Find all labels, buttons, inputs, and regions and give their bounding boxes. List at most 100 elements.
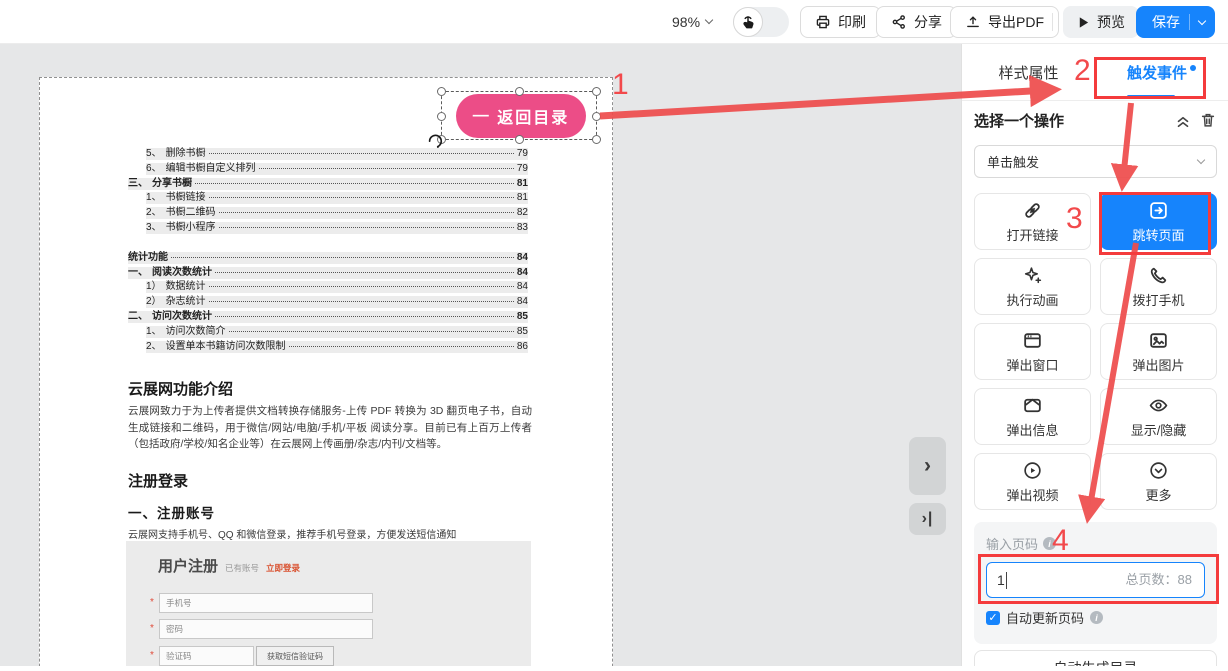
info-icon[interactable]: i bbox=[1043, 537, 1056, 550]
action-grid: 打开链接 跳转页面 执行动画 拨打手机 弹出窗口 bbox=[974, 193, 1217, 510]
toc-row: 三、分享书橱81 bbox=[128, 178, 528, 190]
chevron-down-icon[interactable] bbox=[1198, 16, 1206, 24]
auto-update-label: 自动更新页码 bbox=[1006, 608, 1084, 627]
next-page-button[interactable]: › bbox=[909, 437, 946, 495]
show-hide-eye-icon bbox=[1148, 395, 1169, 416]
resize-handle[interactable] bbox=[515, 135, 524, 144]
unsaved-dot bbox=[1190, 65, 1196, 71]
info-icon[interactable]: i bbox=[1090, 611, 1103, 624]
toc-row: 2）杂志统计84 bbox=[146, 296, 528, 308]
required-mark: * bbox=[150, 597, 156, 608]
print-button[interactable]: 印刷 bbox=[800, 6, 881, 38]
toc-row: 5、删除书橱79 bbox=[146, 148, 528, 160]
action-popup-video[interactable]: 弹出视频 bbox=[974, 453, 1091, 510]
total-pages-label: 总页数：88 bbox=[1126, 563, 1192, 596]
registration-title: 用户注册 bbox=[158, 555, 218, 576]
popup-image-icon bbox=[1148, 330, 1169, 351]
trigger-mode-value: 单击触发 bbox=[987, 152, 1039, 171]
animation-icon bbox=[1022, 265, 1043, 286]
export-pdf-button[interactable]: 导出PDF bbox=[950, 6, 1059, 38]
toc-row: 2、书橱二维码82 bbox=[146, 207, 528, 219]
resize-handle[interactable] bbox=[515, 87, 524, 96]
resize-handle[interactable] bbox=[437, 112, 446, 121]
tab-style-properties[interactable]: 样式属性 bbox=[962, 44, 1095, 100]
table-of-contents: 5、删除书橱79 6、编辑书橱自定义排列79 三、分享书橱81 1、书橱链接81… bbox=[128, 148, 528, 355]
action-popup-window[interactable]: 弹出窗口 bbox=[974, 323, 1091, 380]
jump-page-icon bbox=[1148, 200, 1169, 221]
register-sub-heading: 一、注册账号 bbox=[128, 502, 215, 522]
toc-spacer bbox=[128, 237, 528, 252]
collapse-icon[interactable] bbox=[1174, 111, 1192, 129]
more-chevron-circle-icon bbox=[1148, 460, 1169, 481]
toc-row: 1、书橱链接81 bbox=[146, 192, 528, 204]
action-popup-image[interactable]: 弹出图片 bbox=[1100, 323, 1217, 380]
action-more[interactable]: 更多 bbox=[1100, 453, 1217, 510]
toc-row: 1）数据统计84 bbox=[146, 281, 528, 293]
zoom-control[interactable]: 98% bbox=[672, 6, 712, 38]
active-tab-underline bbox=[1127, 95, 1175, 98]
auto-update-checkbox[interactable]: ✓ bbox=[986, 611, 1000, 625]
action-jump-page[interactable]: 跳转页面 bbox=[1100, 193, 1217, 250]
link-icon bbox=[1022, 200, 1043, 221]
chevron-down-icon bbox=[705, 16, 713, 24]
action-section-title: 选择一个操作 bbox=[974, 110, 1064, 131]
action-popup-message[interactable]: 弹出信息 bbox=[974, 388, 1091, 445]
panel-divider bbox=[962, 100, 1228, 101]
get-sms-code-button: 获取短信验证码 bbox=[256, 646, 334, 666]
printer-icon bbox=[815, 14, 831, 30]
back-to-toc-object[interactable]: — 返回目录 bbox=[456, 94, 586, 138]
preview-button[interactable]: 预览 bbox=[1063, 6, 1139, 38]
registration-title-row: 用户注册 已有账号 立即登录 bbox=[158, 555, 300, 576]
password-field: 密码 bbox=[159, 619, 373, 639]
save-split-divider bbox=[1189, 14, 1190, 30]
tab-trigger-events[interactable]: 触发事件 bbox=[1095, 44, 1228, 100]
share-button[interactable]: 分享 bbox=[876, 6, 957, 38]
panel-tabs: 样式属性 触发事件 bbox=[962, 44, 1228, 100]
toggle-knob bbox=[733, 7, 763, 37]
resize-handle[interactable] bbox=[592, 87, 601, 96]
action-call-phone[interactable]: 拨打手机 bbox=[1100, 258, 1217, 315]
trash-icon[interactable] bbox=[1199, 111, 1217, 129]
phone-icon bbox=[1148, 265, 1169, 286]
text-caret bbox=[1006, 572, 1007, 589]
toc-row: 统计功能84 bbox=[128, 252, 528, 264]
page-number-input[interactable] bbox=[997, 565, 1107, 594]
intro-paragraph: 云展网致力于为上传者提供文档转换存储服务-上传 PDF 转换为 3D 翻页电子书… bbox=[128, 403, 532, 453]
resize-handle[interactable] bbox=[592, 112, 601, 121]
registration-form-image: 用户注册 已有账号 立即登录 * 手机号 * 密码 * 验证码 获取短信验证码 bbox=[126, 541, 531, 666]
document-page: — 返回目录 5、删除书橱79 6、编辑书橱自定义排列79 三、分享书橱81 1… bbox=[39, 77, 613, 666]
play-icon bbox=[1077, 16, 1090, 29]
share-icon bbox=[891, 14, 907, 30]
top-toolbar: 98% 印刷 分享 导出PDF 预览 保存 bbox=[0, 0, 1228, 44]
action-open-link[interactable]: 打开链接 bbox=[974, 193, 1091, 250]
last-page-button[interactable]: ›| bbox=[909, 503, 946, 535]
action-show-hide[interactable]: 显示/隐藏 bbox=[1100, 388, 1217, 445]
captcha-field: 验证码 bbox=[159, 646, 254, 666]
popup-message-icon bbox=[1022, 395, 1043, 416]
export-pdf-label: 导出PDF bbox=[988, 12, 1044, 32]
auto-generate-toc-button[interactable]: 自动生成目录 bbox=[974, 650, 1217, 666]
chevron-down-icon bbox=[1197, 156, 1205, 164]
toc-row: 一、阅读次数统计84 bbox=[128, 267, 528, 279]
phone-field: 手机号 bbox=[159, 593, 373, 613]
required-mark: * bbox=[150, 650, 156, 661]
resize-handle[interactable] bbox=[592, 135, 601, 144]
toc-row: 3、书橱小程序83 bbox=[146, 222, 528, 234]
hand-tool-toggle[interactable] bbox=[733, 7, 789, 37]
toc-row: 6、编辑书橱自定义排列79 bbox=[146, 163, 528, 175]
save-button[interactable]: 保存 bbox=[1136, 6, 1215, 38]
page-jump-section: 输入页码 i 总页数：88 ✓ 自动更新页码 i bbox=[974, 522, 1217, 644]
page-number-label-row: 输入页码 i bbox=[986, 534, 1205, 553]
resize-handle[interactable] bbox=[437, 87, 446, 96]
toolbar-divider bbox=[1052, 13, 1053, 31]
zoom-value: 98% bbox=[672, 14, 700, 30]
action-run-animation[interactable]: 执行动画 bbox=[974, 258, 1091, 315]
dash-glyph: — bbox=[473, 107, 491, 125]
print-label: 印刷 bbox=[838, 12, 866, 32]
toc-row: 1、访问次数简介85 bbox=[146, 326, 528, 338]
properties-panel: 样式属性 触发事件 选择一个操作 单击触发 打开链接 跳转页面 bbox=[961, 44, 1228, 666]
has-account-label: 已有账号 bbox=[225, 562, 259, 574]
preview-label: 预览 bbox=[1097, 12, 1125, 32]
trigger-mode-select[interactable]: 单击触发 bbox=[974, 145, 1217, 178]
export-icon bbox=[965, 14, 981, 30]
